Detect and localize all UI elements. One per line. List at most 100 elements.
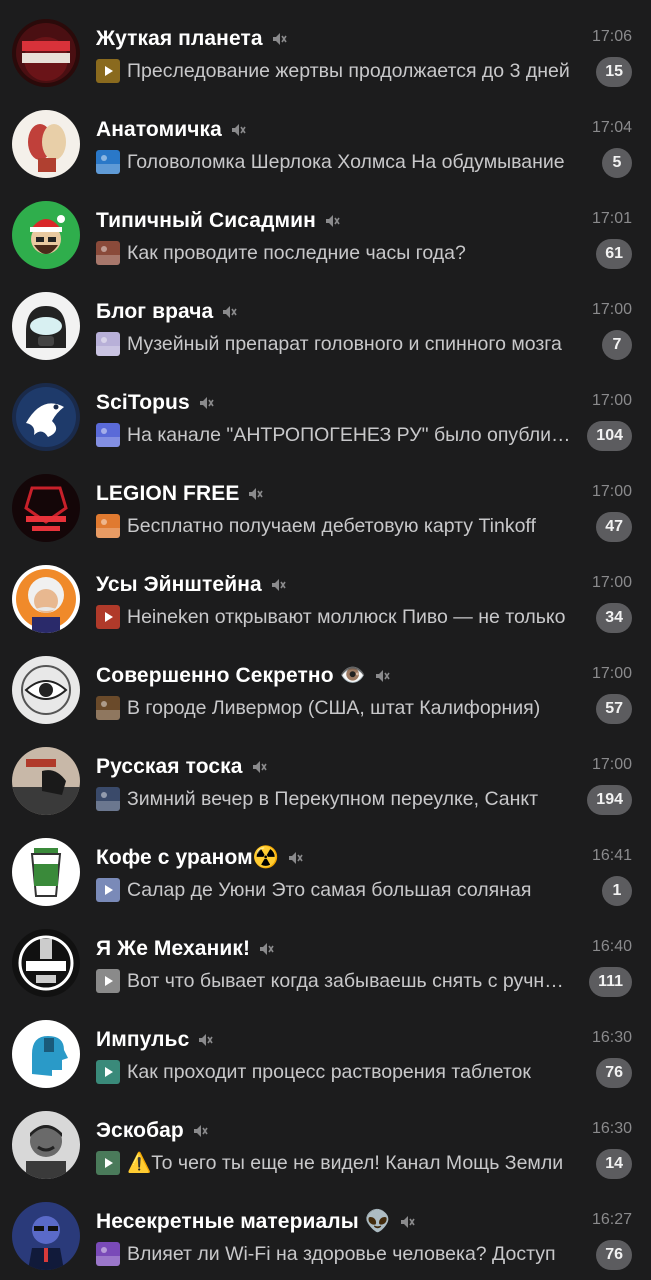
avatar-russkaya-toska[interactable] (12, 747, 80, 815)
chat-row[interactable]: Типичный Сисадмин 17:01 Как проводите посл… (0, 182, 651, 273)
message-preview-line: На канале "АНТРОПОГЕНЕЗ РУ" было опублик… (96, 421, 572, 449)
avatar-sovershenno-sekretno[interactable] (12, 656, 80, 724)
unread-count-badge: 57 (596, 694, 632, 724)
message-time: 17:06 (591, 28, 632, 45)
message-preview-line: Зимний вечер в Перекупном переулке, Санк… (96, 785, 572, 813)
chat-title-line: Усы Эйнштейна (96, 570, 286, 600)
chat-row[interactable]: Импульс 16:30 Как проходит процесс раствор… (0, 1001, 651, 1092)
avatar-eskobar[interactable] (12, 1111, 80, 1179)
chat-name: Несекретные материалы 👽 (96, 1210, 391, 1233)
message-preview: В городе Ливермор (США, штат Калифорния) (127, 696, 541, 719)
message-preview: Как проводите последние часы года? (127, 241, 466, 264)
video-thumb (96, 878, 120, 902)
message-preview: Зимний вечер в Перекупном переулке, Санк… (127, 787, 539, 810)
message-preview: Головоломка Шерлока Холмса На обдумывани… (127, 150, 565, 173)
chat-name: Русская тоска (96, 755, 243, 778)
chat-row[interactable]: Блог врача 17:00 Музейный препарат головно… (0, 273, 651, 364)
message-preview-line: Как проходит процесс растворения таблето… (96, 1058, 572, 1086)
chat-row[interactable]: Анатомичка 17:04 Головоломка Шерлока Холмс… (0, 91, 651, 182)
chat-title-line: SciTopus (96, 388, 214, 418)
image-thumb (96, 514, 120, 538)
muted-speaker-icon (324, 213, 340, 229)
avatar-kofe-s-uranom[interactable] (12, 838, 80, 906)
message-preview: Бесплатно получаем дебетовую карту Tinko… (127, 514, 536, 537)
image-thumb (96, 423, 120, 447)
video-thumb (96, 969, 120, 993)
message-preview-line: Музейный препарат головного и спинного м… (96, 330, 572, 358)
message-preview-line: Heineken открывают моллюск Пиво — не тол… (96, 603, 572, 631)
chat-title-line: Анатомичка (96, 115, 246, 145)
message-preview-line: Вот что бывает когда забываешь снять с р… (96, 967, 572, 995)
muted-speaker-icon (230, 122, 246, 138)
avatar-legion-free[interactable] (12, 474, 80, 542)
avatar-usy-einshteina[interactable] (12, 565, 80, 633)
unread-count-badge: 61 (596, 239, 632, 269)
muted-speaker-icon (271, 31, 287, 47)
message-time: 17:01 (591, 210, 632, 227)
chat-list: Жуткая планета 17:06 Преследование жертвы … (0, 0, 651, 1280)
message-preview-line: В городе Ливермор (США, штат Калифорния) (96, 694, 572, 722)
chat-name: Жуткая планета (96, 27, 263, 50)
message-time: 17:00 (591, 665, 632, 682)
avatar-anatomichka[interactable] (12, 110, 80, 178)
message-preview-line: Преследование жертвы продолжается до 3 д… (96, 57, 572, 85)
message-preview-line: Головоломка Шерлока Холмса На обдумывани… (96, 148, 572, 176)
avatar-zhutkaya-planeta[interactable] (12, 19, 80, 87)
muted-speaker-icon (247, 486, 264, 502)
chat-row[interactable]: Русская тоска 17:00 Зимний вечер в Перекуп… (0, 728, 651, 819)
chat-row[interactable]: LEGION FREE 17:00 Бесплатно получаем дебет… (0, 455, 651, 546)
message-preview: ⚠️То чего ты еще не видел! Канал Мощь Зе… (127, 1152, 564, 1174)
muted-speaker-icon (198, 395, 214, 411)
chat-title-line: Несекретные материалы 👽 (96, 1207, 415, 1237)
chat-row[interactable]: Несекретные материалы 👽 16:27 Влияет ли Wi… (0, 1183, 651, 1274)
chat-row[interactable]: Я Же Механик! 16:40 Вот что бывает когда з… (0, 910, 651, 1001)
chat-row[interactable]: Кофе с ураном☢️ 16:41 Салар де Уюни Это са… (0, 819, 651, 910)
chat-row[interactable]: Жуткая планета 17:06 Преследование жертвы … (0, 0, 651, 91)
avatar-ya-zhe-mekhanik[interactable] (12, 929, 80, 997)
chat-name: Эскобар (96, 1119, 184, 1142)
message-preview: Салар де Уюни Это самая большая соляная (127, 878, 532, 901)
avatar-nesekretnye-materialy[interactable] (12, 1202, 80, 1270)
message-time: 17:00 (591, 392, 632, 409)
chat-name: Кофе с ураном☢️ (96, 846, 279, 869)
message-preview: Влияет ли Wi-Fi на здоровье человека? До… (127, 1242, 556, 1265)
unread-count-badge: 7 (602, 330, 632, 360)
avatar-impuls[interactable] (12, 1020, 80, 1088)
chat-name: Импульс (96, 1028, 190, 1051)
chat-name: Усы Эйнштейна (96, 573, 262, 596)
avatar-scitopus[interactable] (12, 383, 80, 451)
chat-name: Блог врача (96, 300, 214, 323)
message-preview: На канале "АНТРОПОГЕНЕЗ РУ" было опублик… (127, 423, 572, 446)
image-thumb (96, 787, 120, 811)
unread-count-badge: 76 (596, 1240, 632, 1270)
message-preview: Как проходит процесс растворения таблето… (127, 1060, 531, 1083)
message-time: 17:04 (591, 119, 632, 136)
chat-name: LEGION FREE (96, 482, 240, 505)
unread-count-badge: 194 (587, 785, 632, 815)
message-preview-line: Салар де Уюни Это самая большая соляная (96, 876, 572, 904)
message-time: 17:00 (591, 574, 632, 591)
message-time: 16:40 (591, 938, 632, 955)
muted-speaker-icon (221, 304, 238, 320)
chat-row[interactable]: Усы Эйнштейна 17:00 Heineken открывают мол… (0, 546, 651, 637)
avatar-blog-vracha[interactable] (12, 292, 80, 360)
chat-row[interactable]: Совершенно Секретно 👁️ 17:00 В городе Ливе… (0, 637, 651, 728)
message-preview-line: ⚠️То чего ты еще не видел! Канал Мощь Зе… (96, 1149, 572, 1177)
message-time: 17:00 (591, 301, 632, 318)
chat-name: Типичный Сисадмин (96, 209, 316, 232)
muted-speaker-icon (192, 1123, 208, 1139)
chat-title-line: Жуткая планета (96, 24, 287, 54)
chat-title-line: Совершенно Секретно 👁️ (96, 661, 390, 691)
chat-title-line: Русская тоска (96, 752, 267, 782)
chat-title-line: LEGION FREE (96, 479, 264, 509)
chat-title-line: Кофе с ураном☢️ (96, 843, 303, 873)
unread-count-badge: 111 (589, 967, 632, 997)
chat-row[interactable]: SciTopus 17:00 На канале "АНТРОПОГЕНЕЗ РУ"… (0, 364, 651, 455)
message-preview-line: Влияет ли Wi-Fi на здоровье человека? До… (96, 1240, 572, 1268)
chat-name: Совершенно Секретно 👁️ (96, 664, 366, 687)
chat-name: Анатомичка (96, 118, 222, 141)
avatar-tipichny-sisadmin[interactable] (12, 201, 80, 269)
chat-row[interactable]: Эскобар 16:30 ⚠️То чего ты еще не видел! К… (0, 1092, 651, 1183)
image-thumb (96, 696, 120, 720)
image-thumb (96, 332, 120, 356)
